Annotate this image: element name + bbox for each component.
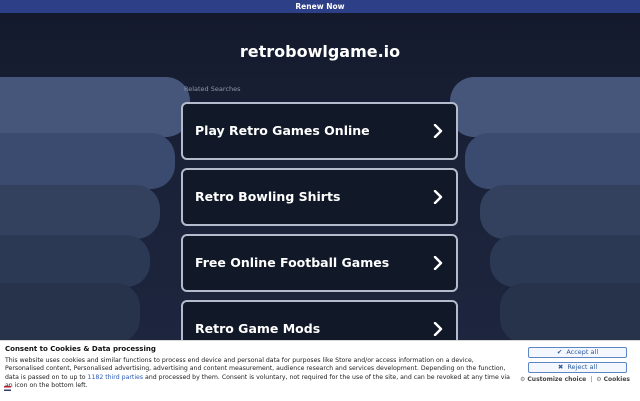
background-band bbox=[0, 283, 140, 343]
customize-choice-link[interactable]: Customize choice bbox=[527, 376, 586, 383]
background-band bbox=[450, 77, 640, 137]
reject-all-label: Reject all bbox=[567, 363, 598, 371]
renew-now-label[interactable]: Renew Now bbox=[295, 2, 344, 11]
related-searches-label: Related Searches bbox=[184, 85, 241, 93]
cookies-link[interactable]: Cookies bbox=[604, 376, 630, 383]
renew-now-banner[interactable]: Renew Now bbox=[0, 0, 640, 13]
search-link-free-online-football-games[interactable]: Free Online Football Games bbox=[181, 234, 458, 292]
background-band bbox=[0, 235, 150, 287]
chevron-right-icon bbox=[433, 322, 443, 336]
checkmark-icon: ✔ bbox=[556, 348, 563, 356]
consent-secondary-links: ⚙ Customize choice | ⚙ Cookies bbox=[520, 376, 638, 383]
search-link-label: Play Retro Games Online bbox=[195, 123, 370, 138]
background-band bbox=[0, 133, 175, 189]
background-band bbox=[465, 133, 640, 189]
background-band bbox=[480, 185, 640, 239]
search-link-retro-bowling-shirts[interactable]: Retro Bowling Shirts bbox=[181, 168, 458, 226]
accept-all-label: Accept all bbox=[566, 348, 599, 356]
reject-all-button[interactable]: ✖ Reject all bbox=[528, 362, 627, 373]
consent-description: This website uses cookies and similar fu… bbox=[5, 357, 510, 391]
cookie-icon: ⚙ bbox=[596, 376, 602, 383]
search-link-label: Free Online Football Games bbox=[195, 255, 390, 270]
link-separator: | bbox=[590, 376, 593, 383]
consent-title: Consent to Cookies & Data processing bbox=[5, 345, 156, 353]
search-link-label: Retro Bowling Shirts bbox=[195, 189, 341, 204]
background-band bbox=[0, 77, 190, 137]
background-band bbox=[500, 283, 640, 343]
site-domain-title: retrobowlgame.io bbox=[239, 42, 401, 61]
third-parties-link[interactable]: 1182 third parties bbox=[88, 374, 144, 381]
gear-icon: ⚙ bbox=[520, 376, 526, 383]
close-icon: ✖ bbox=[557, 363, 564, 371]
chevron-right-icon bbox=[433, 190, 443, 204]
background-band bbox=[490, 235, 640, 287]
accept-all-button[interactable]: ✔ Accept all bbox=[528, 347, 627, 358]
consent-settings-icon[interactable] bbox=[4, 386, 11, 391]
background-band bbox=[0, 185, 160, 239]
search-link-play-retro-games-online[interactable]: Play Retro Games Online bbox=[181, 102, 458, 160]
chevron-right-icon bbox=[433, 124, 443, 138]
chevron-right-icon bbox=[433, 256, 443, 270]
